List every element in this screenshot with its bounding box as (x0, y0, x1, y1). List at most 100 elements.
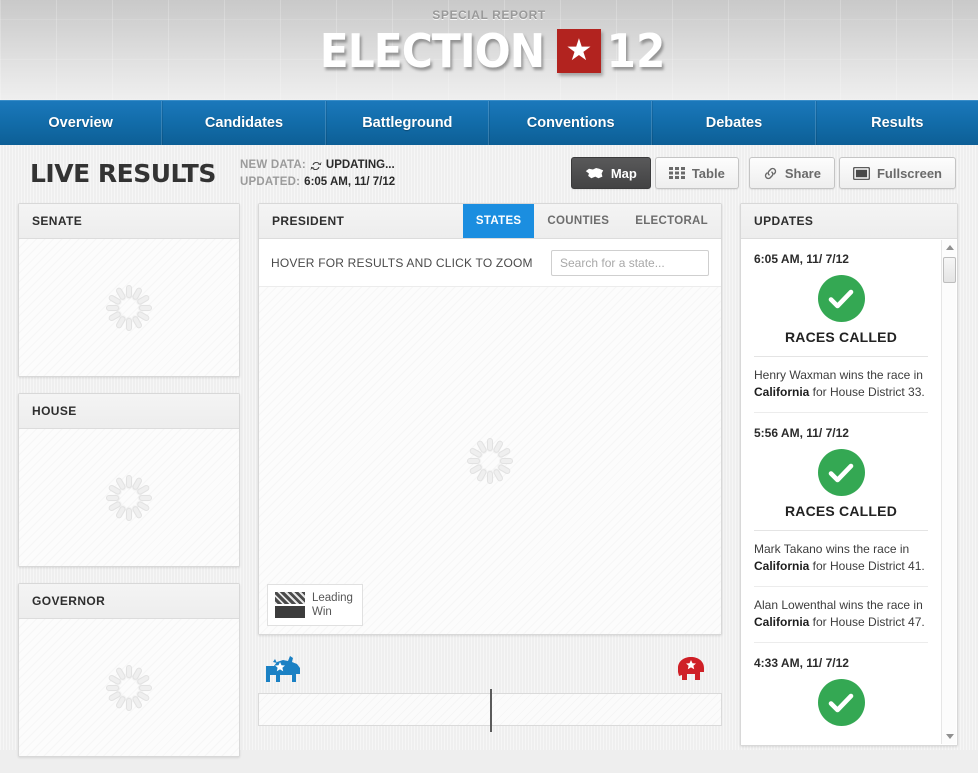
nav-label: Debates (705, 115, 763, 131)
check-circle-icon (754, 440, 928, 500)
senate-panel-body (19, 239, 239, 376)
share-button[interactable]: Share (748, 157, 835, 189)
nav-label: Results (871, 115, 924, 131)
nav-item-debates[interactable]: Debates (652, 101, 816, 145)
tab-states[interactable]: STATES (462, 204, 535, 238)
new-data-value: UPDATING... (325, 159, 395, 171)
house-panel-header: HOUSE (19, 394, 239, 429)
toolbar-actions: Map Table Share Fullscreen (570, 155, 960, 189)
donkey-icon (264, 652, 308, 693)
scroll-down-arrow-icon[interactable] (942, 729, 957, 744)
updates-panel-body: 6:05 AM, 11/ 7/12 RACES CALLED Henry Wax… (741, 239, 957, 745)
house-panel-title: HOUSE (32, 404, 77, 418)
us-map-canvas[interactable]: Leading Win (259, 287, 721, 634)
nav-item-candidates[interactable]: Candidates (162, 101, 326, 145)
president-tabs: STATES COUNTIES ELECTORAL (462, 204, 721, 238)
page-title: LIVE RESULTS (30, 159, 216, 188)
updates-panel-title: UPDATES (754, 214, 814, 228)
loading-spinner-icon (467, 437, 513, 484)
star-icon: ★ (565, 34, 593, 67)
update-timestamp: 4:33 AM, 11/ 7/12 (754, 656, 849, 670)
fullscreen-button[interactable]: Fullscreen (838, 157, 956, 189)
view-toggle-group: Map Table (570, 157, 739, 189)
elephant-icon (672, 652, 716, 693)
new-data-line: NEW DATA: UPDATING... (240, 157, 395, 174)
nav-item-results[interactable]: Results (815, 101, 978, 145)
senate-panel-title: SENATE (32, 214, 83, 228)
party-icons (258, 651, 722, 693)
tab-label: COUNTIES (547, 215, 610, 227)
legend-label: Leading (312, 592, 353, 604)
masthead: SPECIAL REPORT ELECTION ★ 12 (0, 0, 978, 100)
updated-line: UPDATED: 6:05 AM, 11/ 7/12 (240, 174, 395, 191)
update-timestamp: 6:05 AM, 11/ 7/12 (754, 252, 849, 266)
update-item: Henry Waxman wins the race in California… (754, 357, 928, 413)
scrollbar-thumb[interactable] (943, 257, 956, 283)
president-panel: PRESIDENT STATES COUNTIES ELECTORAL HOVE… (258, 203, 722, 635)
share-label: Share (784, 165, 821, 181)
tab-counties[interactable]: COUNTIES (534, 204, 622, 238)
legend-swatch-leading (275, 592, 305, 604)
data-status: NEW DATA: UPDATING... UPDATED: 6:05 AM, … (240, 155, 395, 191)
fullscreen-icon (852, 166, 870, 180)
update-text-state: California (754, 615, 810, 629)
updates-feed: 6:05 AM, 11/ 7/12 RACES CALLED Henry Wax… (741, 239, 941, 745)
legend-row-win: Win (275, 605, 353, 619)
fullscreen-label: Fullscreen (876, 165, 942, 181)
tab-electoral[interactable]: ELECTORAL (622, 204, 721, 238)
update-text-post: for House District 33. (809, 385, 925, 399)
party-tally (258, 651, 722, 732)
updates-scrollbar[interactable] (941, 240, 956, 744)
scroll-up-arrow-icon[interactable] (942, 240, 957, 255)
update-text-pre: Alan Lowenthal wins the race in (754, 598, 923, 612)
primary-nav: Overview Candidates Battleground Convent… (0, 100, 978, 145)
governor-panel-title: GOVERNOR (32, 594, 106, 608)
state-search-input[interactable] (551, 250, 709, 276)
updates-column: UPDATES 6:05 AM, 11/ 7/12 RACES CALLED H… (740, 203, 958, 773)
loading-spinner-icon (106, 284, 152, 331)
tally-midpoint-marker (490, 689, 492, 732)
update-headline: RACES CALLED (754, 500, 928, 531)
electoral-tally-bar (258, 689, 722, 732)
update-entry: 6:05 AM, 11/ 7/12 RACES CALLED Henry Wax… (754, 239, 928, 413)
update-text-state: California (754, 559, 810, 573)
logo-year: 12 (606, 24, 666, 78)
updates-panel: UPDATES 6:05 AM, 11/ 7/12 RACES CALLED H… (740, 203, 958, 746)
governor-panel: GOVERNOR (18, 583, 240, 757)
logo-wordmark: ELECTION (319, 24, 545, 78)
updated-value: 6:05 AM, 11/ 7/12 (304, 176, 396, 188)
president-panel-header: PRESIDENT STATES COUNTIES ELECTORAL (259, 204, 721, 239)
senate-panel: SENATE (18, 203, 240, 377)
sidebar-column: SENATE HOUSE GOVERNOR (18, 203, 240, 773)
legend-label: Win (312, 606, 332, 618)
nav-item-battleground[interactable]: Battleground (325, 101, 489, 145)
new-data-label: NEW DATA: (240, 159, 306, 171)
site-logo: ELECTION ★ 12 (0, 28, 978, 74)
map-view-button[interactable]: Map (570, 157, 651, 189)
map-toolbar: HOVER FOR RESULTS AND CLICK TO ZOOM (259, 239, 721, 287)
governor-panel-header: GOVERNOR (19, 584, 239, 619)
results-columns: SENATE HOUSE GOVERNOR PRESIDENT STATES C… (18, 203, 960, 773)
legend-row-leading: Leading (275, 591, 353, 605)
table-view-button[interactable]: Table (654, 157, 739, 189)
nav-label: Candidates (204, 115, 284, 131)
update-text-post: for House District 41. (809, 559, 925, 573)
check-circle-icon (754, 266, 928, 326)
nav-item-overview[interactable]: Overview (0, 101, 163, 145)
update-item: Alan Lowenthal wins the race in Californ… (754, 587, 928, 643)
logo-star-box: ★ (557, 29, 601, 73)
nav-label: Overview (48, 115, 113, 131)
grid-icon (668, 167, 685, 179)
update-text-pre: Henry Waxman wins the race in (754, 368, 923, 382)
president-column: PRESIDENT STATES COUNTIES ELECTORAL HOVE… (258, 203, 722, 773)
tab-label: ELECTORAL (635, 215, 708, 227)
update-text-pre: Mark Takano wins the race in (754, 542, 910, 556)
link-icon (763, 166, 778, 181)
nav-item-conventions[interactable]: Conventions (488, 101, 653, 145)
president-panel-title: PRESIDENT (272, 214, 345, 228)
nav-label: Conventions (526, 115, 615, 131)
house-panel: HOUSE (18, 393, 240, 567)
updated-label: UPDATED: (240, 176, 301, 188)
table-view-label: Table (691, 165, 725, 181)
page-content: LIVE RESULTS NEW DATA: UPDATING... UPDAT… (0, 145, 978, 757)
